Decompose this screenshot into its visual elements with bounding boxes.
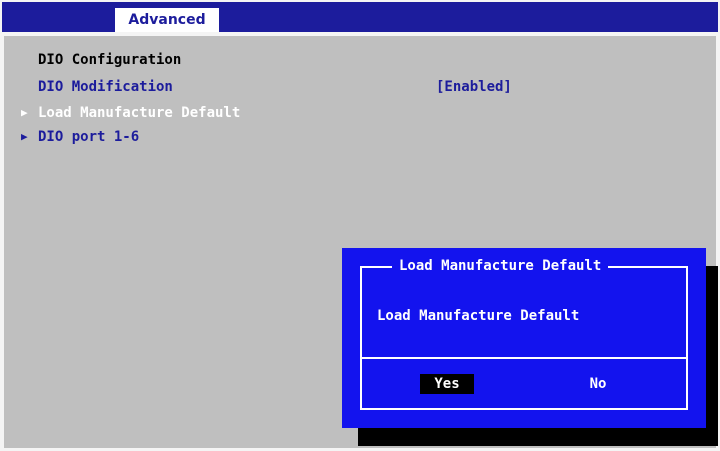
submenu-load-manufacture-default[interactable]: Load Manufacture Default <box>38 103 240 123</box>
setting-dio-modification-label[interactable]: DIO Modification <box>38 77 173 97</box>
right-triangle-icon: ▶ <box>21 106 28 119</box>
setting-dio-modification-value[interactable]: [Enabled] <box>436 77 512 97</box>
dialog-frame <box>360 266 688 410</box>
section-heading: DIO Configuration <box>38 52 182 68</box>
tab-advanced[interactable]: Advanced <box>115 8 219 32</box>
dialog-message: Load Manufacture Default <box>377 308 580 324</box>
yes-button[interactable]: Yes <box>420 374 474 394</box>
submenu-dio-port[interactable]: DIO port 1-6 <box>38 127 139 147</box>
dialog-divider <box>360 357 688 359</box>
top-menu-bar: Advanced <box>2 2 718 32</box>
dialog-title: Load Manufacture Default <box>392 255 609 277</box>
confirm-dialog: Load Manufacture Default Load Manufactur… <box>342 248 706 428</box>
right-triangle-icon: ▶ <box>21 130 28 143</box>
no-button[interactable]: No <box>578 374 618 394</box>
